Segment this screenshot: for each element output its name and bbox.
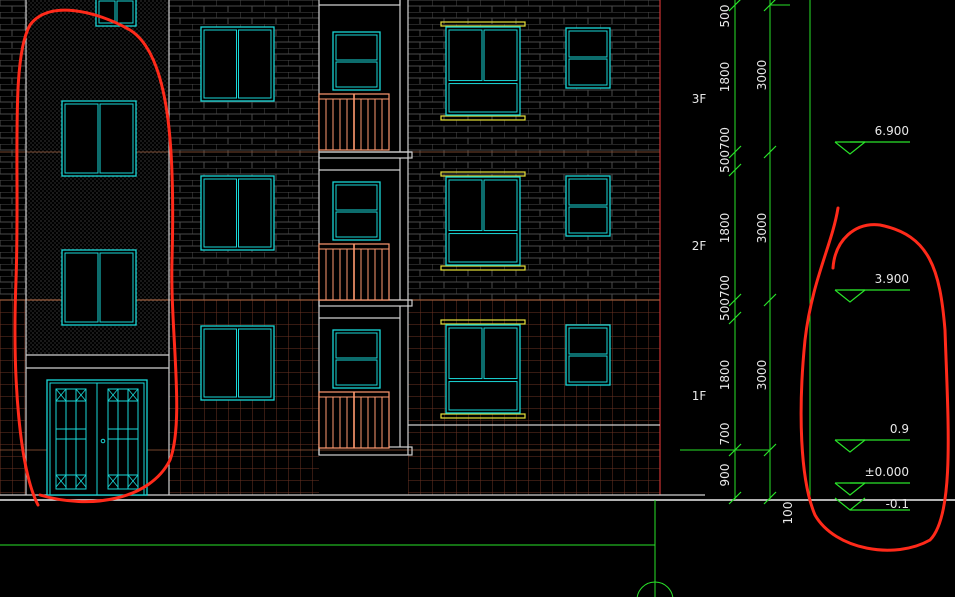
- stair-window-lower: [61, 249, 137, 326]
- elevation-mark: 6.900: [834, 124, 910, 155]
- right-window-2: [565, 175, 611, 237]
- cad-elevation-viewport[interactable]: 500 1800 500700 1800 500700 1800 700 900 3000 300…: [0, 0, 955, 597]
- floor-label: 1F: [692, 389, 707, 403]
- bay-window-1: [440, 21, 526, 121]
- stair-window-upper: [61, 100, 137, 177]
- dim-label-inner: 700: [718, 423, 732, 446]
- dim-label-inner: 1800: [718, 360, 732, 391]
- balcony-window-3: [332, 329, 381, 389]
- balcony-railing-2: [318, 243, 390, 301]
- dim-label-inner: 500700: [718, 127, 732, 173]
- bay-window-3: [440, 319, 526, 419]
- dim-label-inner: 1800: [718, 62, 732, 93]
- elevation-value: 0.9: [890, 422, 909, 436]
- tile-base-left: [0, 300, 26, 495]
- elevation-value: ±0.000: [865, 465, 909, 479]
- balcony-railings: [318, 93, 390, 449]
- elevation-mark: ±0.000: [834, 465, 910, 496]
- balcony-railing-3: [318, 391, 390, 449]
- dim-label-inner: 500700: [718, 275, 732, 321]
- elevation-drawing: 500 1800 500700 1800 500700 1800 700 900 3000 300…: [0, 0, 955, 597]
- floor-labels: 3F 2F 1F: [692, 92, 707, 403]
- left-bay-window-3: [200, 325, 275, 401]
- elevation-mark: 0.9: [834, 422, 910, 453]
- elevation-mark: 3.900: [834, 272, 910, 303]
- dim-label-outer: 3000: [755, 360, 769, 391]
- entrance-door: [46, 379, 148, 496]
- dim-label-inner: 500: [718, 5, 732, 28]
- floor-label: 2F: [692, 239, 707, 253]
- dimension-labels: 500 1800 500700 1800 500700 1800 700 900 3000 300…: [718, 5, 795, 525]
- elevation-value: 3.900: [875, 272, 909, 286]
- right-window-1: [565, 27, 611, 89]
- elevation-marks: 6.900 3.900 0.9 ±0.000 -0.1: [834, 124, 910, 511]
- left-bay-window-1: [200, 26, 275, 102]
- bay-window-2: [440, 171, 526, 271]
- left-bay-window-2: [200, 175, 275, 251]
- balcony-window-1: [332, 31, 381, 91]
- balcony-window-2: [332, 181, 381, 241]
- dim-label-inner: 900: [718, 464, 732, 487]
- dim-label-bottom: 100: [781, 502, 795, 525]
- dim-label-outer: 3000: [755, 213, 769, 244]
- floor-label: 3F: [692, 92, 707, 106]
- right-window-3: [565, 324, 611, 386]
- balcony-railing-1: [318, 93, 390, 151]
- elevation-value: -0.1: [886, 497, 909, 511]
- elevation-mark: -0.1: [834, 497, 910, 511]
- elevation-value: 6.900: [875, 124, 909, 138]
- markup-circle-elevations: [799, 206, 950, 552]
- dim-label-outer: 3000: [755, 60, 769, 91]
- dim-label-inner: 1800: [718, 213, 732, 244]
